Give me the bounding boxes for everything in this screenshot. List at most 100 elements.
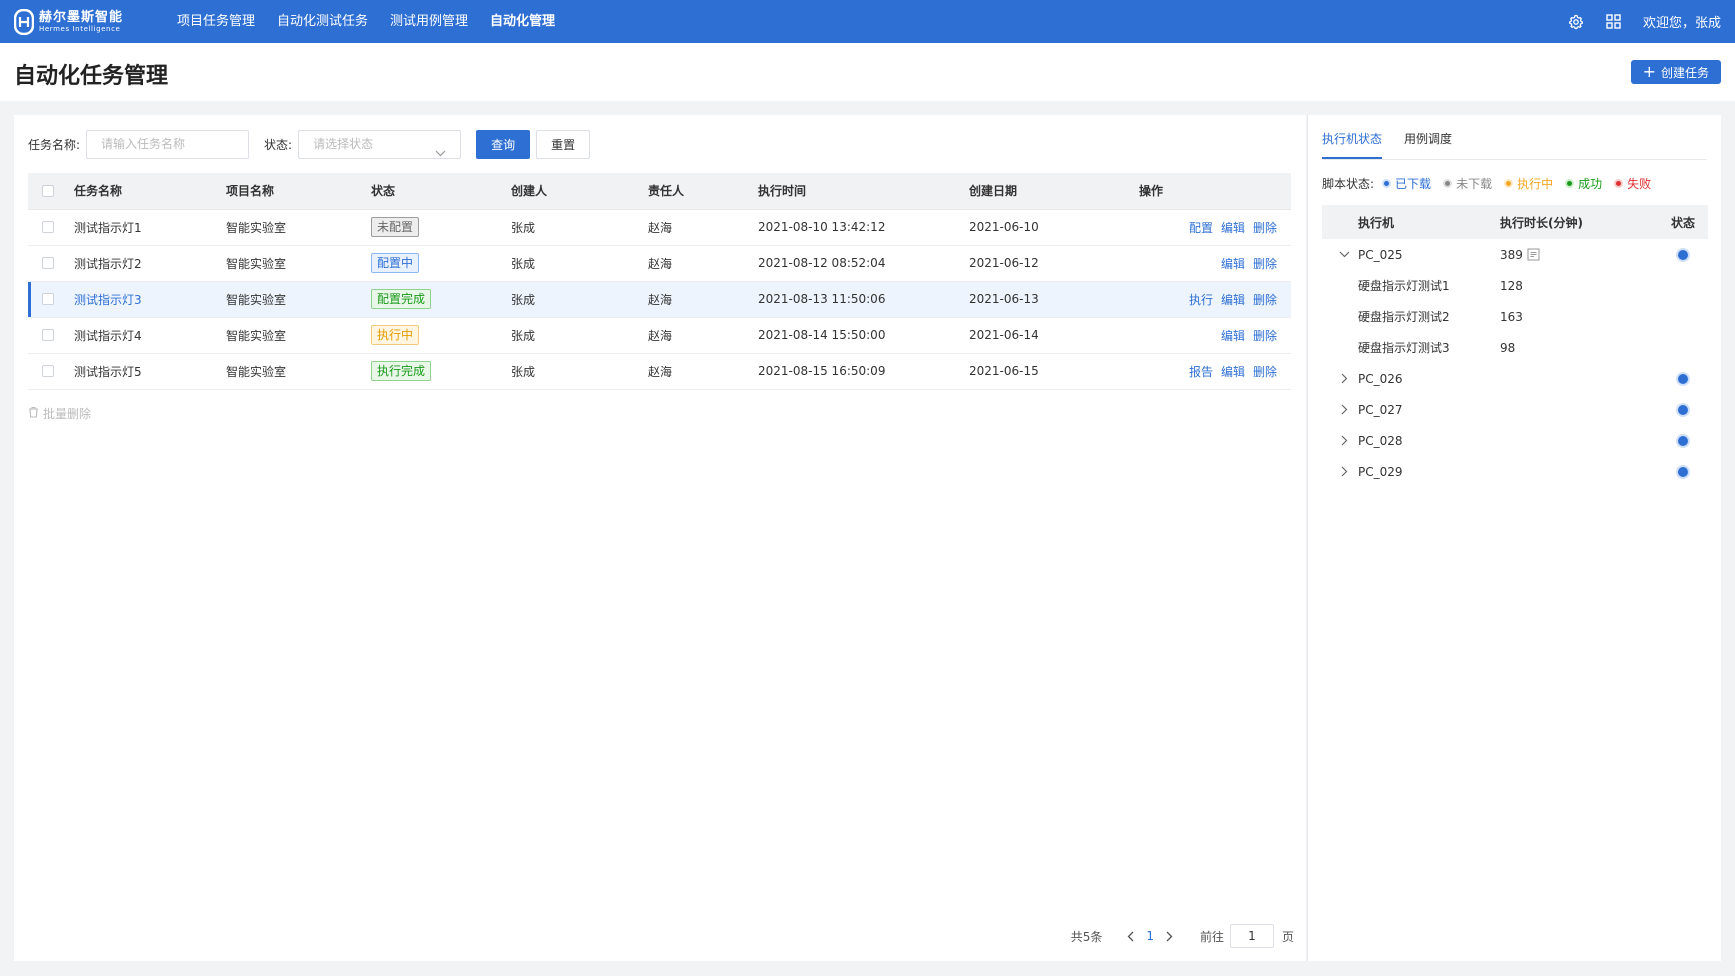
nav-item-test-cases[interactable]: 测试用例管理 — [390, 0, 468, 43]
goto-label: 前往 — [1199, 929, 1224, 944]
case-duration: 163 — [1500, 309, 1523, 324]
trash-icon — [28, 406, 39, 421]
delete-link[interactable]: 删除 — [1253, 257, 1277, 271]
collapse-chevron-icon[interactable] — [1336, 251, 1352, 258]
created-date: 2021-06-12 — [969, 245, 1139, 282]
page-header: 自动化任务管理 + 创建任务 — [0, 43, 1735, 101]
execute-link[interactable]: 执行 — [1189, 293, 1213, 307]
executor-row[interactable]: PC_028 — [1322, 425, 1708, 456]
col-task-name: 任务名称 — [74, 173, 226, 210]
executor-child-row[interactable]: 硬盘指示灯测试2 163 — [1322, 301, 1708, 332]
next-page-icon[interactable] — [1162, 931, 1178, 942]
pagination-total: 共5条 — [1070, 929, 1103, 944]
row-checkbox[interactable] — [42, 365, 54, 377]
welcome-user[interactable]: 欢迎您，张成 — [1643, 12, 1721, 31]
query-button[interactable]: 查询 — [476, 130, 531, 159]
row-checkbox[interactable] — [42, 257, 54, 269]
executor-child-row[interactable]: 硬盘指示灯测试3 98 — [1322, 332, 1708, 363]
task-name-input[interactable]: 请输入任务名称 — [86, 130, 250, 159]
row-checkbox[interactable] — [42, 329, 54, 341]
task-name[interactable]: 测试指示灯1 — [74, 209, 226, 246]
edit-link[interactable]: 编辑 — [1221, 293, 1245, 307]
task-name[interactable]: 测试指示灯4 — [74, 317, 226, 354]
table-row[interactable]: 测试指示灯2 智能实验室 配置中 张成 赵海 2021-08-12 08:52:… — [28, 245, 1291, 282]
page-title: 自动化任务管理 — [14, 64, 169, 89]
tab-executor-status[interactable]: 执行机状态 — [1322, 115, 1383, 159]
expand-chevron-icon[interactable] — [1336, 404, 1352, 415]
status-select[interactable]: 请选择状态 — [298, 130, 462, 159]
delete-link[interactable]: 删除 — [1253, 293, 1277, 307]
exec-time: 2021-08-14 15:50:00 — [758, 317, 969, 354]
table-row[interactable]: 测试指示灯1 智能实验室 未配置 张成 赵海 2021-08-10 13:42:… — [28, 209, 1291, 246]
edit-link[interactable]: 编辑 — [1221, 329, 1245, 343]
nav-item-auto-test-tasks[interactable]: 自动化测试任务 — [277, 0, 368, 43]
created-date: 2021-06-13 — [969, 281, 1139, 318]
task-name[interactable]: 测试指示灯2 — [74, 245, 226, 282]
edit-link[interactable]: 编辑 — [1221, 365, 1245, 379]
logo[interactable]: 赫尔墨斯智能 Hermes Intelligence — [14, 8, 164, 35]
table-row-selected[interactable]: 测试指示灯3 智能实验室 配置完成 张成 赵海 2021-08-13 11:50… — [28, 281, 1291, 318]
executor-row[interactable]: PC_027 — [1322, 394, 1708, 425]
project-name: 智能实验室 — [226, 245, 371, 282]
plus-icon: + — [1642, 62, 1656, 81]
col-exec-time: 执行时间 — [758, 173, 969, 210]
task-name[interactable]: 测试指示灯3 — [74, 281, 226, 318]
legend-running: 执行中 — [1517, 177, 1554, 191]
configure-link[interactable]: 配置 — [1189, 221, 1213, 235]
executor-name: PC_026 — [1358, 371, 1403, 386]
executor-child-row[interactable]: 硬盘指示灯测试1 128 — [1322, 270, 1708, 301]
apps-grid-icon[interactable] — [1605, 13, 1623, 31]
side-tabs: 执行机状态 用例调度 — [1322, 115, 1474, 159]
reset-button[interactable]: 重置 — [536, 130, 591, 159]
tab-case-scheduling[interactable]: 用例调度 — [1404, 115, 1452, 159]
task-name[interactable]: 测试指示灯5 — [74, 353, 226, 390]
executor-row[interactable]: PC_026 — [1322, 363, 1708, 394]
duration-detail-icon[interactable] — [1527, 248, 1540, 261]
goto-page-input[interactable]: 1 — [1229, 924, 1274, 948]
status-label: 状态: — [264, 138, 293, 152]
created-date: 2021-06-15 — [969, 353, 1139, 390]
table-row[interactable]: 测试指示灯4 智能实验室 执行中 张成 赵海 2021-08-14 15:50:… — [28, 317, 1291, 354]
status-badge: 配置完成 — [371, 289, 432, 309]
logo-icon — [14, 8, 34, 35]
expand-chevron-icon[interactable] — [1336, 466, 1352, 477]
edit-link[interactable]: 编辑 — [1221, 221, 1245, 235]
legend-dot-downloaded — [1382, 179, 1392, 188]
owner: 赵海 — [648, 317, 758, 354]
nav-item-project-tasks[interactable]: 项目任务管理 — [177, 0, 255, 43]
creator: 张成 — [511, 209, 648, 246]
project-name: 智能实验室 — [226, 209, 371, 246]
batch-delete-button[interactable]: 批量删除 — [28, 405, 91, 422]
settings-gear-icon[interactable] — [1567, 13, 1585, 31]
top-navbar: 赫尔墨斯智能 Hermes Intelligence 项目任务管理 自动化测试任… — [0, 0, 1735, 43]
status-badge: 配置中 — [371, 253, 420, 273]
select-all-checkbox[interactable] — [42, 184, 54, 197]
executor-row[interactable]: PC_025 389 — [1322, 239, 1708, 270]
filter-bar: 任务名称: 请输入任务名称 状态: 请选择状态 查询 重置 — [28, 130, 591, 159]
executor-name: PC_029 — [1358, 464, 1403, 479]
executor-status-dot — [1676, 464, 1690, 479]
status-badge: 执行完成 — [371, 361, 432, 381]
delete-link[interactable]: 删除 — [1253, 221, 1277, 235]
nav-item-automation[interactable]: 自动化管理 — [490, 0, 555, 43]
executor-row[interactable]: PC_029 — [1322, 456, 1708, 487]
exec-time: 2021-08-10 13:42:12 — [758, 209, 969, 246]
case-name: 硬盘指示灯测试2 — [1358, 310, 1450, 324]
task-table: 任务名称 项目名称 状态 创建人 责任人 执行时间 创建日期 操作 测试指示灯1… — [28, 173, 1291, 390]
expand-chevron-icon[interactable] — [1336, 373, 1352, 384]
legend-dot-not-downloaded — [1443, 179, 1453, 188]
create-task-button[interactable]: + 创建任务 — [1630, 60, 1721, 84]
edit-link[interactable]: 编辑 — [1221, 257, 1245, 271]
delete-link[interactable]: 删除 — [1253, 365, 1277, 379]
row-checkbox[interactable] — [42, 293, 54, 305]
table-row[interactable]: 测试指示灯5 智能实验室 执行完成 张成 赵海 2021-08-15 16:50… — [28, 353, 1291, 390]
page-number[interactable]: 1 — [1146, 929, 1154, 943]
row-checkbox[interactable] — [42, 221, 54, 233]
prev-page-icon[interactable] — [1122, 931, 1138, 942]
logo-title: 赫尔墨斯智能 — [39, 9, 124, 25]
case-name: 硬盘指示灯测试1 — [1358, 279, 1450, 293]
delete-link[interactable]: 删除 — [1253, 329, 1277, 343]
report-link[interactable]: 报告 — [1189, 365, 1213, 379]
expand-chevron-icon[interactable] — [1336, 435, 1352, 446]
executor-status-dot — [1676, 433, 1690, 448]
